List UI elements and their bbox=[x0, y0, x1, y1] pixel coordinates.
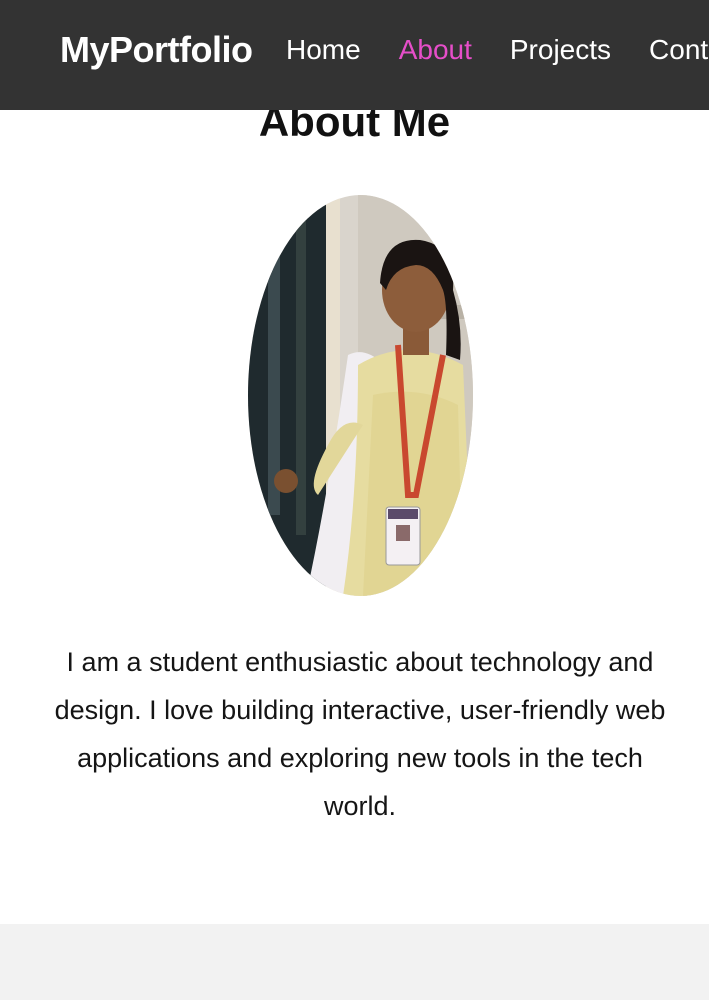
nav-link-about[interactable]: About bbox=[399, 31, 472, 69]
nav-link-contact[interactable]: Contact bbox=[649, 31, 709, 69]
brand-logo[interactable]: MyPortfolio bbox=[60, 29, 253, 71]
profile-photo-illustration bbox=[248, 195, 473, 596]
top-navbar: MyPortfolio Home About Projects Contact bbox=[0, 0, 709, 110]
nav-link-home[interactable]: Home bbox=[286, 31, 361, 69]
nav-link-projects[interactable]: Projects bbox=[510, 31, 611, 69]
nav-links: Home About Projects Contact bbox=[286, 31, 709, 69]
about-description: I am a student enthusiastic about techno… bbox=[54, 647, 666, 821]
about-section: About Me I am a student enthusiastic abo… bbox=[0, 0, 709, 924]
next-section-band bbox=[0, 924, 709, 1000]
profile-photo bbox=[248, 195, 473, 596]
